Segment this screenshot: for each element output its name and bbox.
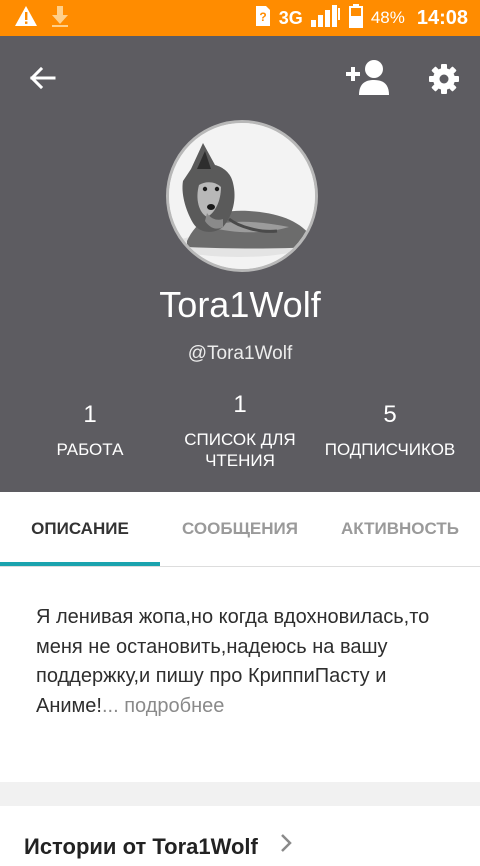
stat-label: РАБОТА (56, 440, 124, 459)
stat-value: 5 (383, 401, 397, 428)
stat-works[interactable]: 1 РАБОТА (10, 401, 170, 460)
wolf-image (169, 123, 315, 269)
clock: 14:08 (416, 6, 468, 29)
tab-activity[interactable]: АКТИВНОСТЬ (320, 492, 480, 566)
profile-handle: @Tora1Wolf (187, 343, 293, 364)
battery-icon (348, 3, 363, 33)
description-text: Я ленивая жопа,но когда вдохновилась,то … (36, 603, 446, 721)
settings-button[interactable] (424, 60, 464, 98)
signal-icon (310, 4, 341, 32)
active-tab-indicator (0, 562, 160, 566)
sim-icon: ? (255, 5, 271, 32)
read-more-link[interactable]: ... подробнее (102, 695, 224, 717)
avatar[interactable] (166, 120, 318, 272)
tab-description[interactable]: ОПИСАНИЕ (0, 492, 160, 566)
gear-icon (429, 64, 459, 94)
stat-label: СПИСОК ДЛЯ ЧТЕНИЯ (184, 430, 296, 470)
add-user-button[interactable] (346, 58, 390, 98)
profile-name: Tora1Wolf (159, 284, 321, 325)
tab-messages[interactable]: СООБЩЕНИЯ (160, 492, 320, 566)
network-type: 3G (278, 7, 303, 28)
stories-section[interactable]: Истории от Tora1Wolf (0, 806, 480, 866)
arrow-left-icon (29, 66, 56, 90)
svg-text:?: ? (259, 10, 266, 24)
back-button[interactable] (24, 62, 60, 94)
stat-label: ПОДПИСЧИКОВ (324, 440, 456, 459)
stat-value: 1 (83, 401, 97, 428)
bio-text: Я ленивая жопа,но когда вдохновилась,то … (36, 606, 430, 717)
warning-icon (14, 5, 38, 32)
profile-tabs: ОПИСАНИЕ СООБЩЕНИЯ АКТИВНОСТЬ (0, 492, 480, 567)
stat-value: 1 (233, 391, 247, 418)
stat-reading-lists[interactable]: 1 СПИСОК ДЛЯ ЧТЕНИЯ (160, 391, 320, 471)
profile-header: Tora1Wolf @Tora1Wolf 1 РАБОТА 1 СПИСОК Д… (0, 36, 480, 492)
description-card: Я ленивая жопа,но когда вдохновилась,то … (0, 567, 480, 782)
status-bar: ? 3G 48% 14:08 (0, 0, 480, 36)
download-icon (50, 4, 70, 33)
stories-title: Истории от Tora1Wolf (24, 834, 258, 859)
stat-followers[interactable]: 5 ПОДПИСЧИКОВ (310, 401, 470, 460)
add-user-icon (346, 60, 389, 95)
chevron-right-icon (280, 833, 292, 859)
battery-percent: 48% (370, 8, 405, 27)
